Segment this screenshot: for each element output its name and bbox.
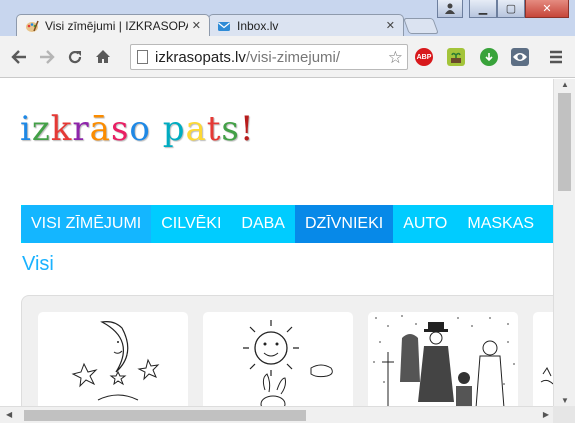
logo-letter: k: [50, 109, 73, 149]
eye-extension-icon[interactable]: [511, 48, 529, 66]
sun-bunny-drawing: [243, 320, 333, 406]
menu-hamburger-icon[interactable]: [543, 44, 569, 70]
vertical-scrollbar[interactable]: ▲ ▼: [553, 79, 575, 406]
tab-visi-zimejumi[interactable]: Visi zīmējumi | IZKRASOPATS ✕: [16, 14, 210, 36]
reload-icon[interactable]: [62, 44, 88, 70]
browser-toolbar: izkrasopats.lv/visi-zimejumi/ ☆ ABP: [0, 36, 575, 78]
logo-letter: a: [185, 109, 207, 149]
scrollbar-corner: [553, 406, 575, 423]
forward-arrow-icon[interactable]: [34, 44, 60, 70]
page-icon: [137, 50, 148, 64]
logo-letter: i: [20, 109, 32, 149]
adblock-label: ABP: [416, 53, 432, 61]
logo-letter: p: [162, 109, 186, 149]
logo-letter: o: [129, 109, 151, 149]
maximize-button[interactable]: ▢: [497, 0, 525, 18]
nav-item-visi[interactable]: VISI ZĪMĒJUMI: [21, 205, 152, 243]
close-tab-icon[interactable]: ✕: [192, 19, 201, 32]
nav-item-auto[interactable]: AUTO: [393, 205, 457, 243]
address-bar[interactable]: izkrasopats.lv/visi-zimejumi/ ☆: [130, 44, 408, 70]
window-controls: ▁ ▢ ✕: [437, 0, 569, 18]
moon-stars-drawing: [71, 321, 160, 401]
close-tab-icon[interactable]: ✕: [386, 19, 395, 32]
download-extension-icon[interactable]: [480, 48, 498, 66]
scroll-down-arrow-icon[interactable]: ▼: [561, 396, 569, 405]
new-tab-button[interactable]: [403, 18, 439, 34]
address-path: /visi-zimejumi/: [245, 48, 341, 66]
palette-favicon-icon: [25, 19, 39, 33]
home-icon[interactable]: [90, 44, 116, 70]
site-logo[interactable]: izkrāso pats!: [20, 109, 255, 149]
gallery-card-moon-stars[interactable]: [38, 312, 188, 406]
vertical-scroll-thumb[interactable]: [558, 93, 571, 191]
envelope-favicon-icon: [217, 19, 231, 33]
tab-title: Inbox.lv: [237, 18, 279, 33]
nav-item-daba[interactable]: DABA: [231, 205, 295, 243]
back-arrow-icon[interactable]: [6, 44, 32, 70]
logo-letter: ā: [89, 109, 111, 149]
tab-inbox[interactable]: Inbox.lv ✕: [208, 14, 404, 36]
gallery-grid: [21, 295, 553, 406]
logo-letter: s: [221, 109, 240, 149]
close-window-button[interactable]: ✕: [525, 0, 569, 18]
browser-window: Visi zīmējumi | IZKRASOPATS ✕ Inbox.lv ✕…: [0, 0, 575, 423]
logo-letter: !: [239, 109, 255, 149]
page-viewport: izkrāso pats! VISI ZĪMĒJUMI CILVĒKI DABA DZ…: [0, 79, 553, 406]
minimize-button[interactable]: ▁: [469, 0, 497, 18]
winter-family-drawing: [368, 312, 518, 406]
horizontal-scrollbar[interactable]: ◀ ▶: [0, 406, 553, 423]
tab-title: Visi zīmējumi | IZKRASOPATS: [45, 18, 188, 33]
plant-extension-icon[interactable]: [447, 48, 465, 66]
logo-letter: t: [206, 109, 222, 149]
bookmark-star-icon[interactable]: ☆: [388, 48, 403, 68]
address-domain: izkrasopats.lv: [155, 48, 246, 66]
user-profile-icon[interactable]: [437, 0, 463, 18]
nav-item-cilveki[interactable]: CILVĒKI: [151, 205, 231, 243]
horizontal-scroll-thumb[interactable]: [24, 410, 306, 421]
scroll-right-arrow-icon[interactable]: ▶: [543, 410, 549, 419]
adblock-plus-icon[interactable]: ABP: [415, 48, 433, 66]
nav-item-dzivnieki[interactable]: DZĪVNIEKI: [294, 205, 394, 243]
tab-strip: Visi zīmējumi | IZKRASOPATS ✕ Inbox.lv ✕…: [0, 0, 575, 36]
logo-letter: s: [110, 109, 130, 149]
scroll-up-arrow-icon[interactable]: ▲: [561, 80, 569, 89]
partial-drawing: [540, 367, 553, 385]
scroll-left-arrow-icon[interactable]: ◀: [6, 410, 12, 419]
logo-letter: [151, 109, 163, 149]
page-heading: Visi: [22, 253, 54, 275]
nav-item-maskas[interactable]: MASKAS: [457, 205, 544, 243]
gallery-card-sun-bunny[interactable]: [203, 312, 353, 406]
logo-letter: r: [72, 109, 90, 149]
logo-letter: z: [31, 109, 51, 149]
gallery-card-partial[interactable]: [533, 312, 553, 406]
gallery-card-winter-family[interactable]: [368, 312, 518, 406]
main-navigation: VISI ZĪMĒJUMI CILVĒKI DABA DZĪVNIEKI AUTO MAS…: [21, 205, 553, 243]
